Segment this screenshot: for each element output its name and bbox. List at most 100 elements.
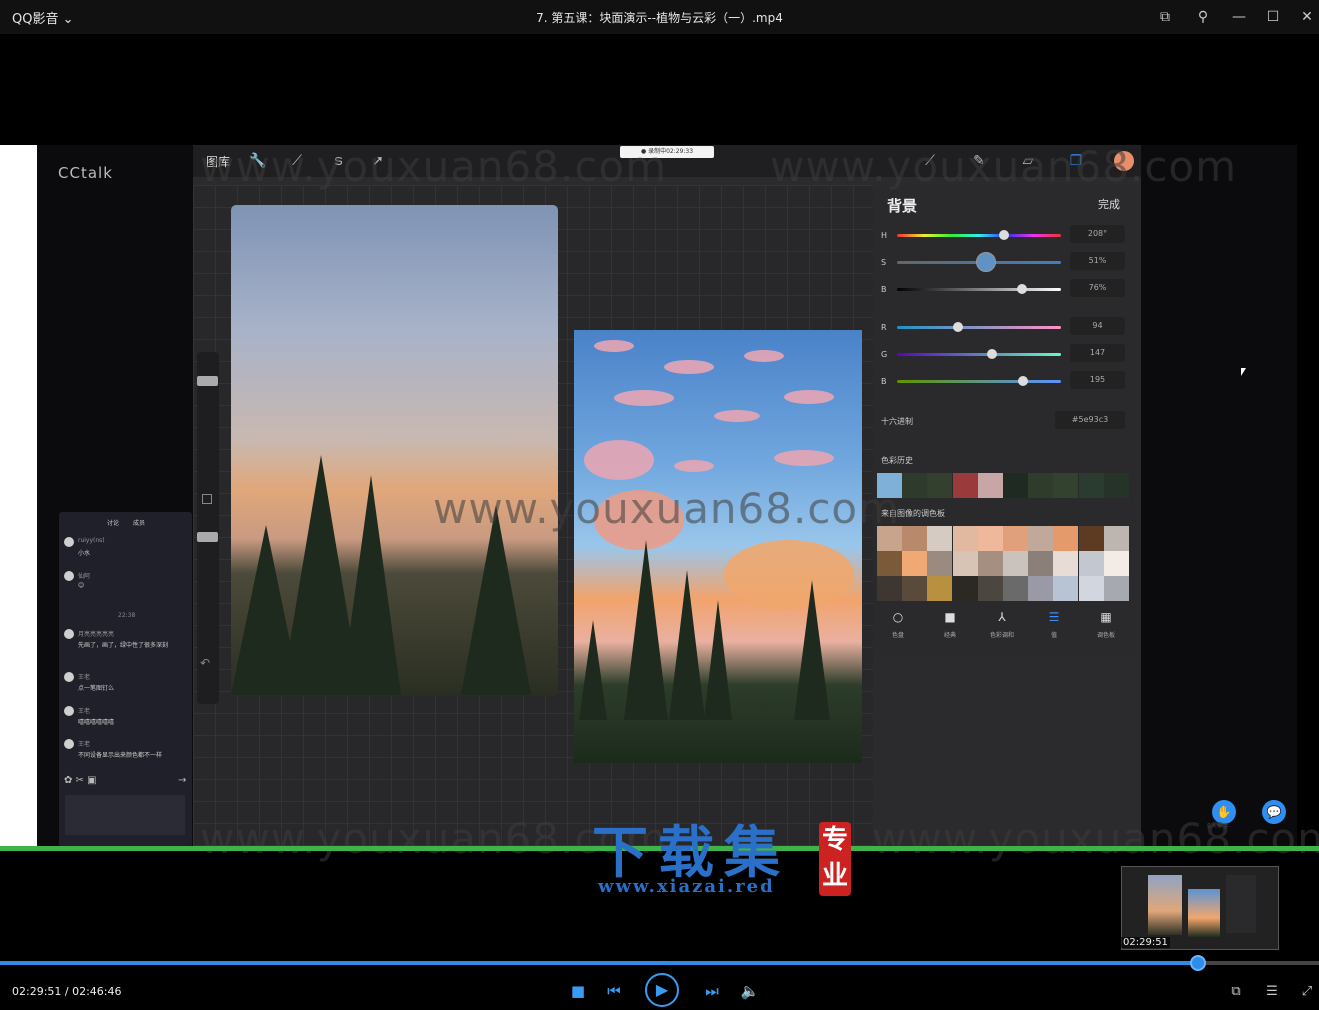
palette-swatch xyxy=(1003,526,1028,551)
palette-swatch xyxy=(1078,576,1104,601)
cloud xyxy=(744,350,784,362)
palette-swatch xyxy=(1103,576,1129,601)
cloud xyxy=(594,340,634,352)
chat-avatar xyxy=(64,739,74,749)
chat-tools-icon: ✿ ✂ ▣ xyxy=(64,775,97,786)
history-swatch xyxy=(952,473,978,498)
chat-name: 王老 xyxy=(78,708,91,715)
harmony-icon: ⅄ xyxy=(998,610,1006,624)
maximize-icon[interactable]: ☐ xyxy=(1262,6,1284,28)
opacity-knob xyxy=(197,532,218,542)
chat-name: ruiyy(ns) xyxy=(78,537,105,544)
chat-name: 仙阿 xyxy=(78,573,91,580)
slider-track xyxy=(897,353,1061,356)
panel-title: 背景 xyxy=(887,197,918,215)
reference-photo xyxy=(231,205,558,696)
slider-label: R xyxy=(881,323,887,332)
slider-knob xyxy=(952,322,963,332)
slider-label: S xyxy=(881,258,887,267)
chat-tab-discussion: 讨论 xyxy=(107,520,120,527)
fullscreen-icon[interactable]: ⤢ xyxy=(1297,982,1317,1002)
slider-value: 208° xyxy=(1070,225,1125,243)
cloud xyxy=(714,410,760,422)
cloud xyxy=(724,540,854,610)
chat-message: 先画了，画了，绿中性了很多深刻 xyxy=(78,642,169,649)
history-swatch xyxy=(1078,473,1104,498)
tab-label: 值 xyxy=(1050,632,1057,639)
cloud xyxy=(774,450,834,466)
painting-tree xyxy=(704,600,732,720)
hex-value: #5e93c3 xyxy=(1055,411,1125,429)
done-button: 完成 xyxy=(1098,198,1120,211)
slider-knob xyxy=(1016,284,1027,294)
file-title: 7. 第五课：块面演示--植物与云彩（一）.mp4 xyxy=(536,11,783,25)
palette-swatch xyxy=(1053,526,1079,551)
chat-input xyxy=(65,795,185,835)
slider-label: G xyxy=(881,350,888,359)
palette-swatch xyxy=(1028,576,1054,601)
progress-fill xyxy=(0,961,1198,965)
palette-swatch xyxy=(952,576,978,601)
palette-swatch xyxy=(1053,576,1079,601)
brush-size-knob xyxy=(197,376,218,386)
cloud xyxy=(664,360,714,374)
undo-icon: ↶ xyxy=(200,656,211,670)
slider-label: B xyxy=(881,377,887,386)
palette-swatch xyxy=(902,576,928,601)
palette-swatch xyxy=(977,526,1003,551)
slider-knob xyxy=(975,252,996,272)
chat-avatar xyxy=(64,571,74,581)
slider-value: 76% xyxy=(1070,279,1125,297)
value-icon: ☰ xyxy=(1048,610,1060,624)
palette-swatch xyxy=(1078,526,1104,551)
screenshot-tool-icon[interactable]: ⧉ xyxy=(1226,982,1246,1002)
next-icon[interactable]: ⏭ xyxy=(701,980,723,1002)
grid-icon: ▦ xyxy=(1100,610,1112,624)
palette-swatch xyxy=(1078,551,1104,576)
history-label: 色彩历史 xyxy=(881,456,913,465)
cctalk-logo: CCtalk xyxy=(58,164,113,182)
cloud xyxy=(584,440,654,480)
painting-tree xyxy=(794,580,830,720)
brand-url: www.xiazai.red xyxy=(598,876,775,897)
slider-value: 195 xyxy=(1070,371,1125,389)
hex-label: 十六进制 xyxy=(881,417,913,426)
watermark: www.youxuan68.com xyxy=(433,484,901,533)
volume-icon[interactable]: 🔈 xyxy=(739,980,761,1002)
slider-value: 51% xyxy=(1070,252,1125,270)
watermark: www.youxuan68.com xyxy=(770,142,1238,191)
preview-time: 02:29:51 xyxy=(1121,937,1170,948)
close-icon[interactable]: ✕ xyxy=(1296,6,1318,28)
settings-icon[interactable]: ☰ xyxy=(1262,982,1282,1002)
slider-label: B xyxy=(881,285,887,294)
chat-avatar xyxy=(64,629,74,639)
slider-knob xyxy=(998,230,1009,240)
cloud xyxy=(674,460,714,472)
chat-avatar xyxy=(64,672,74,682)
slider-value: 94 xyxy=(1070,317,1125,335)
history-swatch xyxy=(1028,473,1054,498)
chat-time: 22:38 xyxy=(118,612,136,619)
send-arrow-icon: → xyxy=(178,775,187,786)
tab-label: 调色板 xyxy=(1096,632,1115,639)
chat-message: 😊 xyxy=(78,582,85,589)
screenshot-icon[interactable]: ⧉ xyxy=(1154,6,1176,28)
progress-handle[interactable] xyxy=(1189,955,1206,971)
pin-icon[interactable]: ⚲ xyxy=(1192,6,1214,28)
chat-name: 王老 xyxy=(78,741,91,748)
photo-tree xyxy=(461,505,531,695)
watermark: www.youxuan68.com xyxy=(200,142,668,191)
palette-swatch xyxy=(877,576,902,601)
tab-label: 经典 xyxy=(943,632,956,639)
slider-track xyxy=(897,380,1061,383)
painting-tree xyxy=(624,540,668,720)
previous-icon[interactable]: ⏮ xyxy=(603,980,625,1002)
play-icon[interactable]: ▶ xyxy=(645,973,679,1007)
chat-message: 点一笔图钉么 xyxy=(78,685,115,692)
history-swatch xyxy=(1053,473,1079,498)
history-swatch xyxy=(1103,473,1129,498)
minimize-icon[interactable]: — xyxy=(1228,6,1250,28)
stop-icon[interactable]: ■ xyxy=(567,980,589,1002)
palette-swatch xyxy=(1003,551,1028,576)
palette-swatch xyxy=(877,551,902,576)
